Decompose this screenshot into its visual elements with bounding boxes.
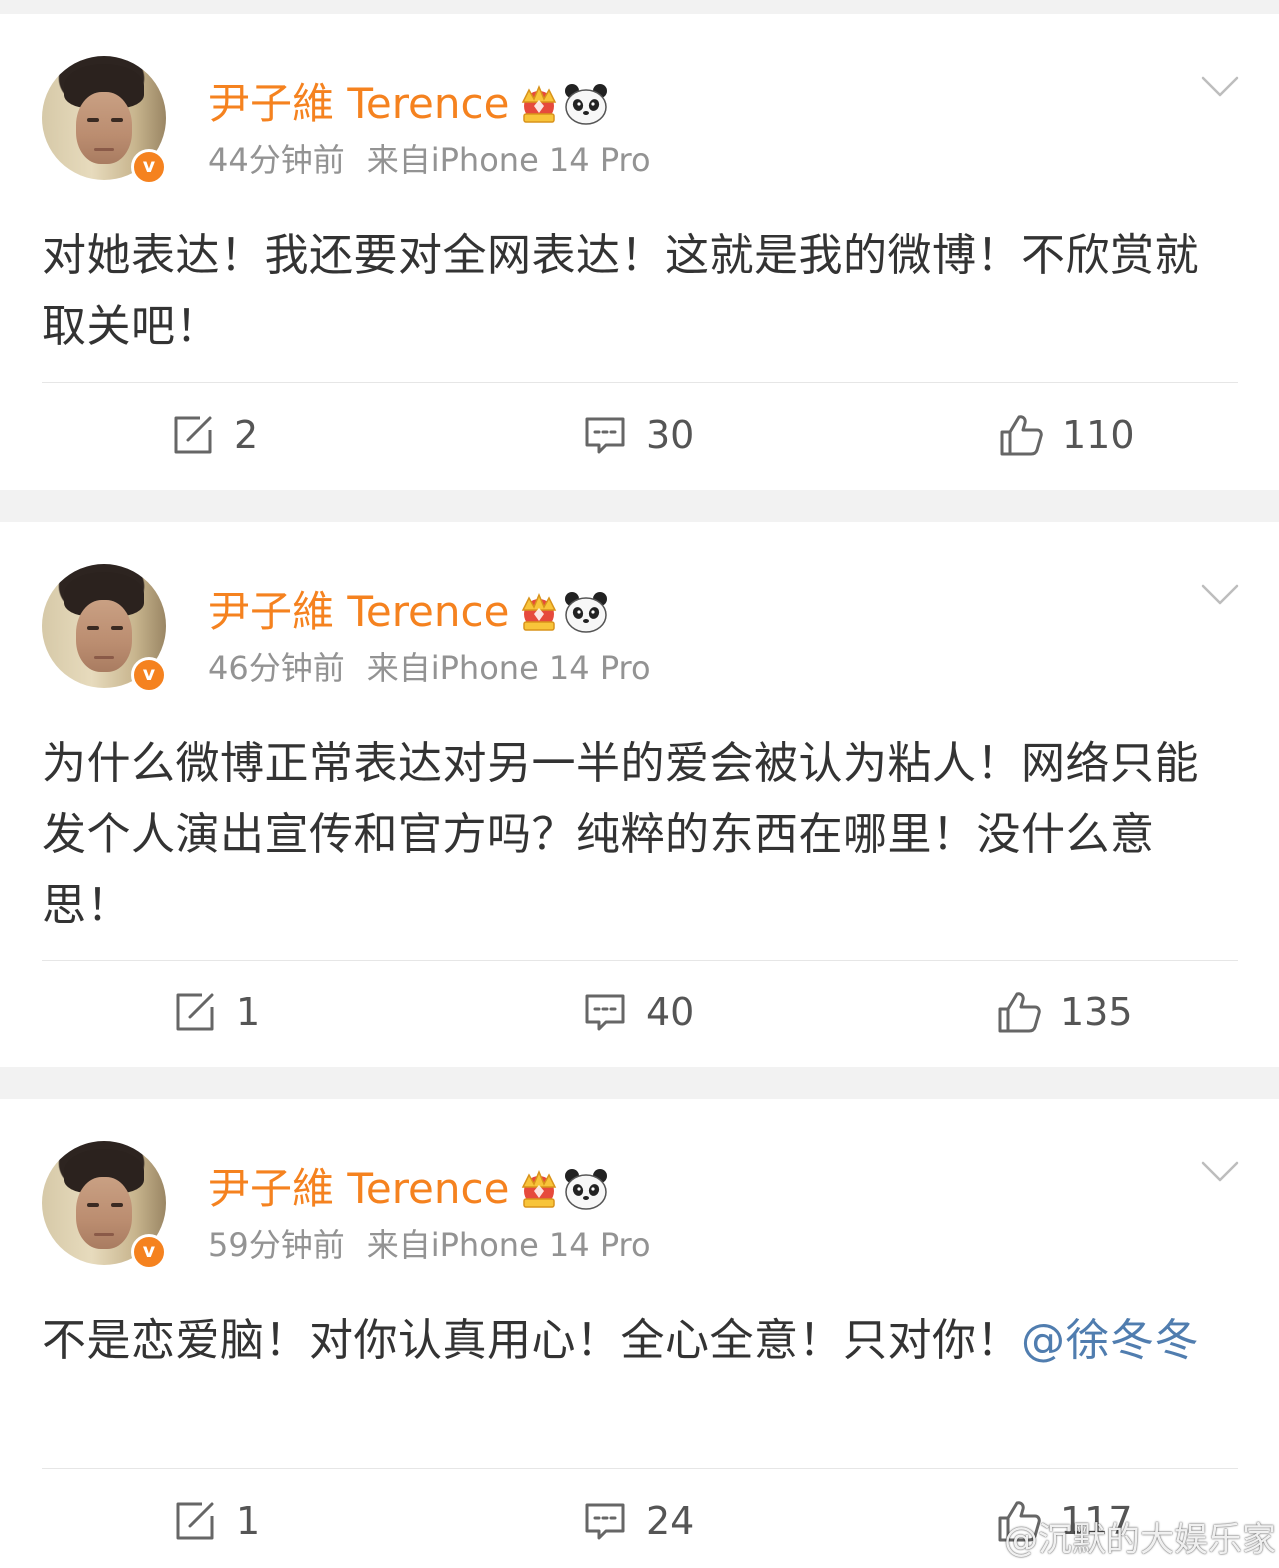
post-card[interactable]: v 尹子維 Terence 59分钟前 来自iPhone 14 Pro 不是恋爱… xyxy=(0,1099,1279,1568)
post-source: 来自iPhone 14 Pro xyxy=(366,649,651,687)
avatar-mouth xyxy=(94,656,114,659)
comment-count: 24 xyxy=(646,1499,695,1543)
avatar-eye xyxy=(87,1203,99,1207)
post-body: 对她表达！我还要对全网表达！这就是我的微博！不欣赏就取关吧！ xyxy=(42,230,1199,352)
repost-icon xyxy=(174,416,212,454)
repost-count: 2 xyxy=(234,413,259,457)
like-button[interactable]: 135 xyxy=(996,987,1133,1037)
repost-count: 1 xyxy=(236,1499,261,1543)
comment-icon xyxy=(585,1503,625,1540)
crown-icon xyxy=(522,1170,557,1208)
post-text: 为什么微博正常表达对另一半的爱会被认为粘人！网络只能发个人演出宣传和官方吗？纯粹… xyxy=(42,728,1222,941)
repost-icon xyxy=(176,993,214,1031)
comment-icon xyxy=(585,994,625,1031)
repost-button[interactable]: 1 xyxy=(172,1496,260,1546)
post-source: 来自iPhone 14 Pro xyxy=(366,1226,651,1264)
weibo-feed: v 尹子維 Terence 44分钟前 来自iPhone 14 Pro 对她表达… xyxy=(0,0,1279,1568)
username-text[interactable]: 尹子維 Terence xyxy=(208,76,509,132)
comment-count: 30 xyxy=(646,413,695,457)
post-time: 59分钟前 xyxy=(208,1226,345,1264)
chevron-down-icon[interactable] xyxy=(1200,582,1240,608)
comment-icon xyxy=(585,417,625,454)
avatar-eye xyxy=(111,1203,123,1207)
post-time: 46分钟前 xyxy=(208,649,345,687)
watermark: @沉默的大娱乐家 xyxy=(950,1512,1276,1560)
chevron-down-icon[interactable] xyxy=(1200,74,1240,100)
verified-badge-icon: v xyxy=(131,657,167,693)
crown-icon xyxy=(522,593,557,631)
username[interactable]: 尹子維 Terence xyxy=(208,1161,609,1217)
post-text: 不是恋爱脑！对你认真用心！全心全意！只对你！@徐冬冬 xyxy=(42,1305,1222,1376)
repost-icon xyxy=(176,1502,214,1540)
like-count: 135 xyxy=(1060,990,1133,1034)
thumbs-up-icon xyxy=(998,992,1041,1033)
avatar-eye xyxy=(111,118,123,122)
like-count: 110 xyxy=(1062,413,1135,457)
post-source: 来自iPhone 14 Pro xyxy=(366,141,651,179)
comment-count: 40 xyxy=(646,990,695,1034)
avatar-face xyxy=(76,1177,132,1249)
post-body: 为什么微博正常表达对另一半的爱会被认为粘人！网络只能发个人演出宣传和官方吗？纯粹… xyxy=(42,738,1199,931)
post-card[interactable]: v 尹子維 Terence 46分钟前 来自iPhone 14 Pro 为什么微… xyxy=(0,522,1279,1067)
username-text[interactable]: 尹子維 Terence xyxy=(208,584,509,640)
post-time: 44分钟前 xyxy=(208,141,345,179)
avatar-face xyxy=(76,600,132,672)
post-body: 不是恋爱脑！对你认真用心！全心全意！只对你！ xyxy=(42,1315,1021,1366)
comment-button[interactable]: 24 xyxy=(582,1496,694,1546)
comment-button[interactable]: 40 xyxy=(582,987,694,1037)
repost-count: 1 xyxy=(236,990,261,1034)
mention-link[interactable]: @徐冬冬 xyxy=(1021,1315,1199,1366)
panda-icon xyxy=(565,592,608,633)
avatar-eye xyxy=(87,626,99,630)
divider xyxy=(42,382,1238,383)
comment-button[interactable]: 30 xyxy=(582,410,694,460)
like-button[interactable]: 110 xyxy=(998,410,1135,460)
post-meta: 59分钟前 来自iPhone 14 Pro xyxy=(208,1223,651,1267)
thumbs-up-icon xyxy=(1000,415,1043,456)
weibo-logo-icon xyxy=(951,1520,996,1555)
panda-icon xyxy=(565,1169,608,1210)
avatar-eye xyxy=(87,118,99,122)
post-text: 对她表达！我还要对全网表达！这就是我的微博！不欣赏就取关吧！ xyxy=(42,220,1222,362)
divider xyxy=(42,1468,1238,1469)
post-meta: 46分钟前 来自iPhone 14 Pro xyxy=(208,646,651,690)
post-meta: 44分钟前 来自iPhone 14 Pro xyxy=(208,138,651,182)
watermark-text: @沉默的大娱乐家 xyxy=(1004,1519,1276,1560)
username[interactable]: 尹子維 Terence xyxy=(208,584,609,640)
avatar-face xyxy=(76,92,132,164)
repost-button[interactable]: 1 xyxy=(172,987,260,1037)
panda-icon xyxy=(565,84,608,125)
crown-icon xyxy=(522,85,557,123)
post-card[interactable]: v 尹子維 Terence 44分钟前 来自iPhone 14 Pro 对她表达… xyxy=(0,14,1279,490)
chevron-down-icon[interactable] xyxy=(1200,1159,1240,1185)
username-text[interactable]: 尹子維 Terence xyxy=(208,1161,509,1217)
username[interactable]: 尹子維 Terence xyxy=(208,76,609,132)
avatar-eye xyxy=(111,626,123,630)
repost-button[interactable]: 2 xyxy=(170,410,258,460)
verified-badge-icon: v xyxy=(131,149,167,185)
avatar-mouth xyxy=(94,1233,114,1236)
avatar-mouth xyxy=(94,148,114,151)
verified-badge-icon: v xyxy=(131,1234,167,1270)
divider xyxy=(42,960,1238,961)
